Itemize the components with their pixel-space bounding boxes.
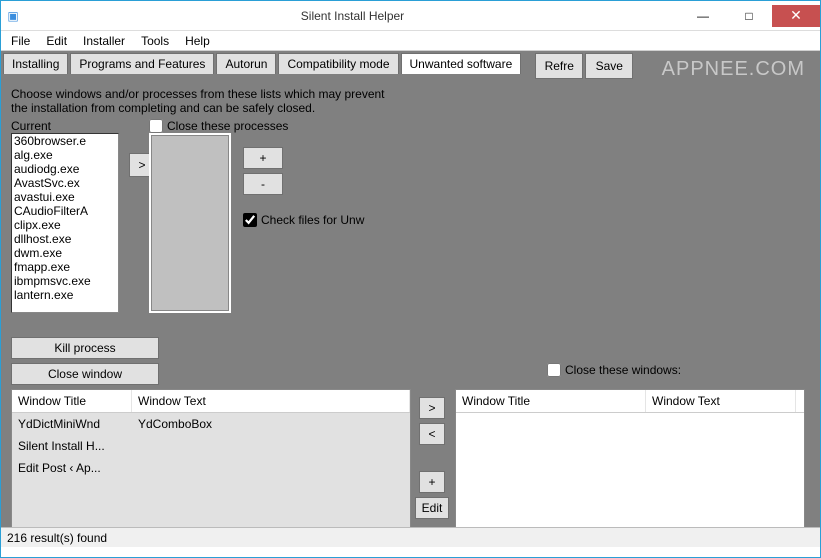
tab-unwanted[interactable]: Unwanted software: [401, 53, 522, 74]
tab-programs[interactable]: Programs and Features: [70, 53, 214, 74]
cell-text: [132, 457, 410, 479]
refresh-button[interactable]: Refre: [535, 53, 583, 79]
remove-process-button[interactable]: -: [243, 173, 283, 195]
maximize-button[interactable]: □: [726, 5, 772, 27]
tabstrip: Installing Programs and Features Autorun…: [1, 53, 521, 74]
table-body: YdDictMiniWnd YdComboBox Silent Install …: [12, 413, 410, 479]
status-bar: 216 result(s) found: [1, 527, 820, 547]
menu-help[interactable]: Help: [177, 32, 218, 50]
table-header: Window Title Window Text: [456, 390, 805, 413]
cell-title: Edit Post ‹ Ap...: [12, 457, 132, 479]
close-processes-label: Close these processes: [167, 119, 288, 133]
menu-file[interactable]: File: [3, 32, 38, 50]
kill-process-button[interactable]: Kill process: [11, 337, 159, 359]
list-item[interactable]: CAudioFilterA: [12, 204, 118, 218]
save-button[interactable]: Save: [585, 53, 633, 79]
move-window-right-button[interactable]: >: [419, 397, 445, 419]
list-item[interactable]: clipx.exe: [12, 218, 118, 232]
cell-text: [132, 435, 410, 457]
current-process-list[interactable]: 360browser.e alg.exe audiodg.exe AvastSv…: [11, 133, 119, 313]
add-window-button[interactable]: +: [419, 471, 445, 493]
cell-title: Silent Install H...: [12, 435, 132, 457]
list-item[interactable]: fmapp.exe: [12, 260, 118, 274]
check-files-unw-checkbox-input[interactable]: [243, 213, 257, 227]
move-window-left-button[interactable]: <: [419, 423, 445, 445]
app-icon: ▣: [1, 9, 25, 23]
tab-autorun[interactable]: Autorun: [216, 53, 276, 74]
col-window-title[interactable]: Window Title: [456, 390, 646, 412]
list-item[interactable]: lantern.exe: [12, 288, 118, 302]
cell-title: YdDictMiniWnd: [12, 413, 132, 435]
titlebar: ▣ Silent Install Helper — □ ✕: [1, 1, 820, 31]
top-buttons: Refre Save: [535, 53, 633, 79]
table-row[interactable]: Silent Install H...: [12, 435, 410, 457]
current-windows-table[interactable]: Window Title Window Text YdDictMiniWnd Y…: [11, 389, 411, 529]
close-windows-checkbox[interactable]: Close these windows:: [547, 363, 681, 377]
selected-windows-table[interactable]: Window Title Window Text: [455, 389, 805, 531]
menu-edit[interactable]: Edit: [38, 32, 75, 50]
list-item[interactable]: 360browser.e: [12, 134, 118, 148]
list-item[interactable]: alg.exe: [12, 148, 118, 162]
tab-compat[interactable]: Compatibility mode: [278, 53, 398, 74]
window-title: Silent Install Helper: [25, 9, 680, 23]
menubar: File Edit Installer Tools Help: [1, 31, 820, 51]
menu-tools[interactable]: Tools: [133, 32, 177, 50]
table-row[interactable]: Edit Post ‹ Ap...: [12, 457, 410, 479]
minimize-button[interactable]: —: [680, 5, 726, 27]
close-button[interactable]: ✕: [772, 5, 820, 27]
instructions-text: Choose windows and/or processes from the…: [11, 87, 391, 115]
col-window-title[interactable]: Window Title: [12, 390, 132, 412]
table-header: Window Title Window Text: [12, 390, 410, 413]
col-window-text[interactable]: Window Text: [132, 390, 410, 412]
selected-processes-list[interactable]: [149, 133, 231, 313]
close-processes-checkbox[interactable]: Close these processes: [149, 119, 288, 133]
list-item[interactable]: audiodg.exe: [12, 162, 118, 176]
current-label: Current: [11, 119, 51, 133]
list-item[interactable]: AvastSvc.ex: [12, 176, 118, 190]
add-process-button[interactable]: +: [243, 147, 283, 169]
close-window-button[interactable]: Close window: [11, 363, 159, 385]
window-controls: — □ ✕: [680, 5, 820, 27]
list-item[interactable]: dwm.exe: [12, 246, 118, 260]
table-body: [456, 413, 805, 513]
close-windows-label: Close these windows:: [565, 363, 681, 377]
edit-window-button[interactable]: Edit: [415, 497, 449, 519]
list-item[interactable]: avastui.exe: [12, 190, 118, 204]
list-item[interactable]: ibmpmsvc.exe: [12, 274, 118, 288]
menu-installer[interactable]: Installer: [75, 32, 133, 50]
cell-text: YdComboBox: [132, 413, 410, 435]
main-panel: Choose windows and/or processes from the…: [1, 79, 820, 547]
list-item[interactable]: dllhost.exe: [12, 232, 118, 246]
status-text: 216 result(s) found: [7, 531, 107, 545]
table-row[interactable]: YdDictMiniWnd YdComboBox: [12, 413, 410, 435]
tab-area: Installing Programs and Features Autorun…: [1, 51, 820, 79]
check-files-unw-label: Check files for Unw: [261, 213, 364, 227]
tab-installing[interactable]: Installing: [3, 53, 68, 74]
col-window-text[interactable]: Window Text: [646, 390, 796, 412]
close-windows-checkbox-input[interactable]: [547, 363, 561, 377]
check-files-unw-checkbox[interactable]: Check files for Unw: [243, 213, 364, 227]
close-processes-checkbox-input[interactable]: [149, 119, 163, 133]
